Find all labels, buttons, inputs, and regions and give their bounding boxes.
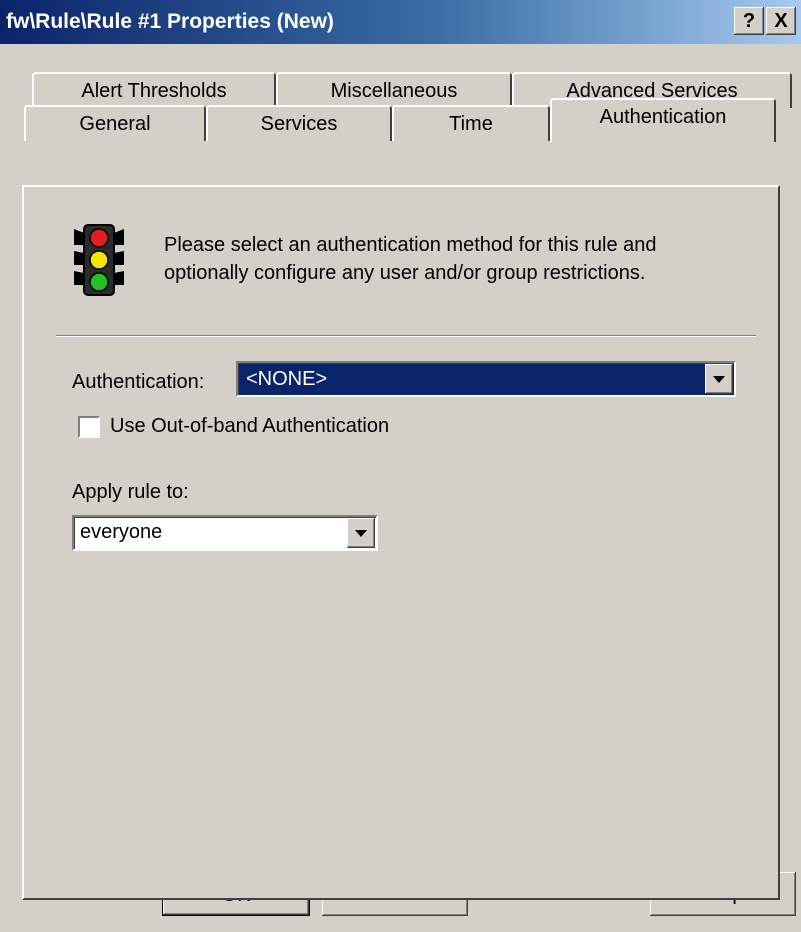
- authentication-dropdown-button[interactable]: [705, 364, 733, 394]
- apply-rule-dropdown-button[interactable]: [347, 518, 375, 548]
- info-line-1: Please select an authentication method f…: [164, 234, 657, 256]
- tab-general[interactable]: General: [24, 105, 206, 141]
- apply-rule-dropdown[interactable]: everyone: [72, 515, 378, 551]
- info-line-2: optionally configure any user and/or gro…: [164, 262, 646, 284]
- info-text: Please select an authentication method f…: [164, 231, 657, 287]
- dialog-body: Alert Thresholds Miscellaneous Advanced …: [0, 44, 801, 932]
- window-title: fw\Rule\Rule #1 Properties (New): [6, 10, 334, 33]
- title-bar[interactable]: fw\Rule\Rule #1 Properties (New) ? X: [0, 0, 801, 44]
- apply-rule-value: everyone: [80, 521, 163, 543]
- authentication-value: <NONE>: [242, 367, 332, 391]
- tab-alert-thresholds[interactable]: Alert Thresholds: [32, 72, 276, 108]
- tab-authentication[interactable]: Authentication: [550, 98, 776, 142]
- tab-miscellaneous[interactable]: Miscellaneous: [276, 72, 512, 108]
- traffic-light-icon: [74, 224, 124, 296]
- authentication-panel: Please select an authentication method f…: [22, 185, 780, 900]
- apply-rule-label: Apply rule to:: [72, 481, 189, 503]
- chevron-down-icon: [355, 530, 367, 537]
- authentication-label: Authentication:: [72, 371, 205, 393]
- out-of-band-label[interactable]: Use Out-of-band Authentication: [110, 415, 389, 438]
- out-of-band-checkbox[interactable]: [78, 416, 100, 438]
- close-button[interactable]: X: [766, 7, 796, 35]
- separator: [56, 335, 756, 337]
- tab-services[interactable]: Services: [206, 105, 392, 141]
- tab-time[interactable]: Time: [392, 105, 550, 141]
- help-title-button[interactable]: ?: [734, 7, 764, 35]
- chevron-down-icon: [713, 376, 725, 383]
- authentication-dropdown[interactable]: <NONE>: [236, 361, 736, 397]
